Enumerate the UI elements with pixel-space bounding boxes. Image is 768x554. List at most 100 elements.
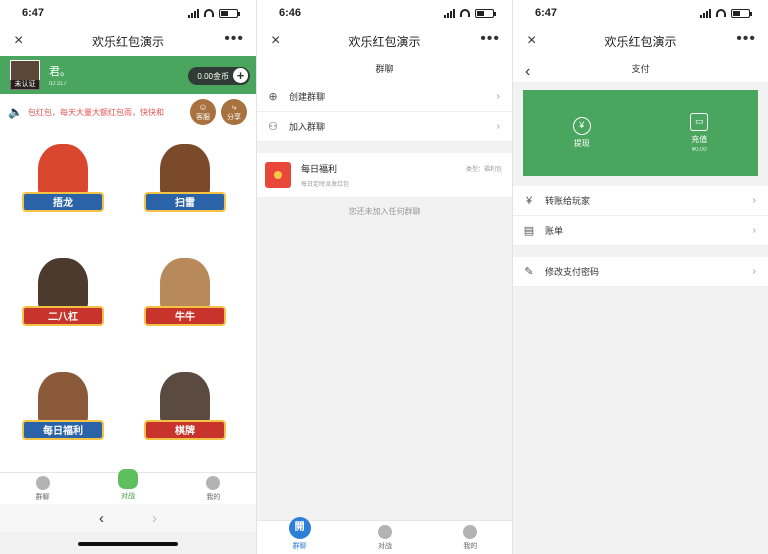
nav-bar: × 欢乐红包演示 ••• (257, 26, 512, 56)
more-icon[interactable]: ••• (736, 30, 756, 48)
tab-battle[interactable]: 对战 (85, 468, 170, 504)
tab-mine[interactable]: 我的 (428, 521, 512, 554)
game-label: 二八杠 (22, 306, 104, 326)
game-tile-chess-cards[interactable]: 棋牌 (140, 364, 230, 464)
verify-badge: 未认证 (10, 80, 40, 90)
recharge-button[interactable]: ▭ 充值 ¥0.00 (641, 90, 759, 176)
avatar[interactable]: 未认证 (10, 60, 40, 90)
tab-mine[interactable]: 我的 (171, 473, 256, 504)
screenshot-collage: 6:47 × 欢乐红包演示 ••• 未认证 君。 ID:317 0.00金币 + (0, 0, 768, 554)
plus-circle-icon: ⊕ (268, 91, 278, 103)
group-chat-screen: 6:46 × 欢乐红包演示 ••• 群聊 ⊕ 创建群聊 › ⚇ 加入群聊 › 每… (256, 0, 512, 554)
group-card-daily-bonus[interactable]: 每日福利 每日定时派发红包 类型：福利包 (257, 153, 512, 197)
tab-group-chat[interactable]: 群聊 (0, 473, 85, 504)
back-arrow-icon[interactable]: ‹ (99, 510, 104, 527)
game-lobby-screen: 6:47 × 欢乐红包演示 ••• 未认证 君。 ID:317 0.00金币 + (0, 0, 256, 554)
nav-bar: × 欢乐红包演示 ••• (0, 26, 256, 56)
game-tile-28gang[interactable]: 二八杠 (18, 250, 108, 350)
close-icon[interactable]: × (271, 32, 280, 50)
tab-label: 群聊 (292, 543, 307, 550)
share-button[interactable]: ⤷ 分享 (221, 99, 247, 125)
back-icon[interactable]: ‹ (525, 59, 530, 85)
tab-battle[interactable]: 对战 (342, 521, 427, 554)
game-tile-daily-bonus[interactable]: 每日福利 (18, 364, 108, 464)
home-indicator[interactable] (78, 542, 178, 546)
change-password-row[interactable]: ✎ 修改支付密码 › (513, 257, 768, 287)
tab-label: 对战 (377, 543, 392, 550)
group-type: 类型：福利包 (465, 167, 502, 173)
profile-info: 君。 ID:317 (49, 63, 71, 87)
coin-amount: 0.00金币 (197, 71, 229, 81)
group-desc: 每日定时派发红包 (301, 182, 350, 188)
chat-icon (35, 475, 50, 490)
wallet-icon: ▭ (690, 113, 709, 131)
chevron-right-icon: › (752, 195, 756, 206)
game-tile-dragon[interactable]: 捂龙 (18, 136, 108, 236)
join-group-row[interactable]: ⚇ 加入群聊 › (257, 112, 512, 142)
status-time: 6:46 (279, 7, 302, 19)
tab-bar: 開 群聊 对战 我的 (257, 517, 512, 554)
speaker-icon: 🔈 (8, 105, 23, 119)
withdraw-label: 提现 (573, 139, 590, 148)
game-tile-niuniu[interactable]: 牛牛 (140, 250, 230, 350)
battle-icon (117, 468, 138, 489)
chevron-right-icon: › (752, 266, 756, 277)
nav-bar: × 欢乐红包演示 ••• (513, 26, 768, 56)
game-label: 捂龙 (22, 192, 104, 212)
game-label: 牛牛 (144, 306, 226, 326)
more-icon[interactable]: ••• (224, 30, 244, 48)
status-bar: 6:47 (513, 0, 768, 26)
tab-group-chat[interactable]: 開 群聊 (257, 517, 342, 554)
forward-arrow-icon[interactable]: › (152, 510, 157, 527)
signal-icon (444, 8, 455, 18)
recharge-label: 充值 (691, 135, 708, 144)
empty-state-text: 您还未加入任何群聊 (348, 207, 421, 216)
transfer-row[interactable]: ¥ 转账给玩家 › (513, 186, 768, 216)
status-icons (444, 8, 496, 18)
battle-icon (377, 525, 392, 539)
more-icon[interactable]: ••• (480, 30, 500, 48)
yen-circle-icon: ¥ (525, 194, 533, 207)
group-info: 每日福利 每日定时派发红包 (301, 162, 349, 188)
add-coins-icon[interactable]: + (233, 68, 248, 83)
payment-screen: 6:47 × 欢乐红包演示 ••• ‹ 支付 ¥ 提现 ▭ 充值 ¥0.00 ¥… (512, 0, 768, 554)
yen-icon: ¥ (572, 117, 591, 135)
balance-amount: ¥0.00 (691, 147, 707, 153)
withdraw-button[interactable]: ¥ 提现 (523, 90, 641, 176)
service-button[interactable]: ☺ 客服 (190, 99, 216, 125)
game-tile-minesweeper[interactable]: 扫雷 (140, 136, 230, 236)
create-group-row[interactable]: ⊕ 创建群聊 › (257, 82, 512, 112)
section-title: 群聊 (257, 56, 512, 82)
status-time: 6:47 (22, 7, 45, 19)
chevron-right-icon: › (752, 225, 756, 236)
service-label: 客服 (196, 113, 210, 121)
page-title: 欢乐红包演示 (604, 34, 677, 49)
coin-balance[interactable]: 0.00金币 + (188, 67, 250, 85)
share-label: 分享 (227, 113, 241, 121)
bill-row[interactable]: ▤ 账单 › (513, 216, 768, 246)
close-icon[interactable]: × (14, 32, 23, 50)
group-name: 每日福利 (301, 164, 338, 174)
tab-label: 对战 (120, 492, 135, 500)
user-id: ID:317 (49, 81, 67, 87)
status-time: 6:47 (535, 7, 558, 19)
user-icon (206, 475, 221, 490)
tab-label: 我的 (206, 493, 221, 501)
tab-label: 群聊 (35, 493, 50, 501)
battery-icon (475, 8, 496, 18)
status-icons (188, 8, 240, 18)
signal-icon (188, 8, 199, 18)
create-group-label: 创建群聊 (289, 92, 326, 102)
headset-icon: ☺ (198, 101, 208, 112)
signal-icon (700, 8, 711, 18)
browser-nav: ‹ › (0, 504, 256, 532)
chevron-right-icon: › (496, 91, 500, 102)
section-title-bar: ‹ 支付 (513, 56, 768, 82)
tab-label: 我的 (463, 543, 478, 550)
battery-icon (219, 8, 240, 18)
close-icon[interactable]: × (527, 32, 536, 50)
page-title: 欢乐红包演示 (348, 34, 421, 49)
wallet-panel: ¥ 提现 ▭ 充值 ¥0.00 (523, 90, 758, 176)
user-icon (463, 525, 478, 539)
status-bar: 6:47 (0, 0, 256, 26)
